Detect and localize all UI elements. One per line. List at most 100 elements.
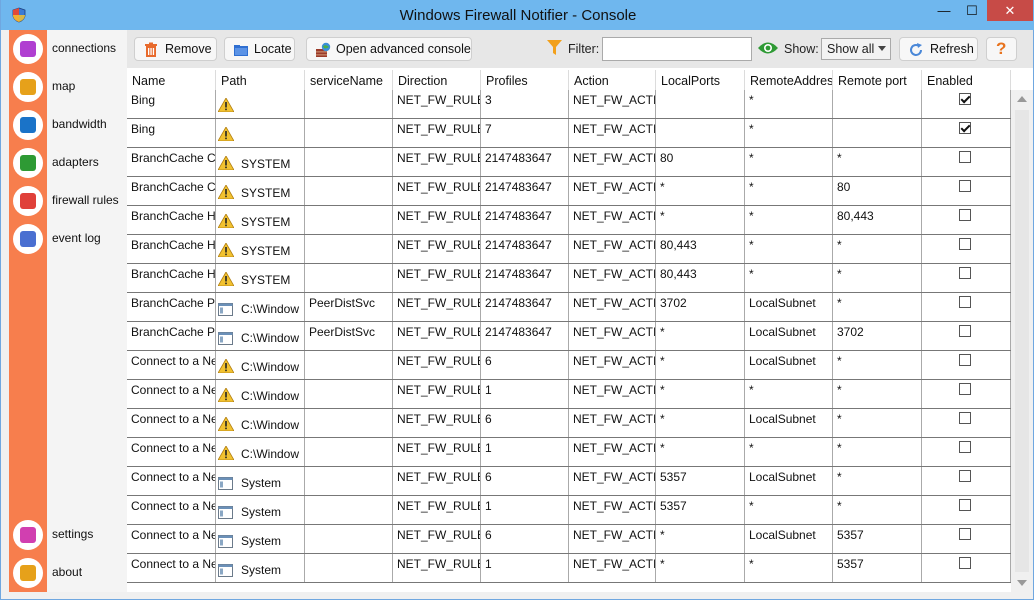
enabled-checkbox[interactable] bbox=[959, 470, 971, 482]
enabled-checkbox[interactable] bbox=[959, 180, 971, 192]
nav-item-firewall-rules[interactable]: firewall rules bbox=[9, 184, 127, 218]
filter-icon bbox=[13, 186, 43, 216]
cell-text: * bbox=[749, 383, 754, 397]
enabled-checkbox[interactable] bbox=[959, 296, 971, 308]
scroll-up-icon[interactable] bbox=[1017, 96, 1027, 102]
cell-text: 1 bbox=[485, 557, 492, 571]
scroll-thumb[interactable] bbox=[1015, 110, 1029, 572]
column-header-direction[interactable]: Direction bbox=[393, 70, 481, 90]
close-button[interactable]: ✕ bbox=[987, 0, 1033, 21]
table-row[interactable]: Connect to a Ne C:\Window NET_FW_RULE_ 1 NET… bbox=[127, 380, 1011, 409]
table-row[interactable]: Bing NET_FW_RULE_ 3 NET_FW_ACTIO * bbox=[127, 90, 1011, 119]
enabled-checkbox[interactable] bbox=[959, 209, 971, 221]
open-advanced-console-button[interactable]: Open advanced console bbox=[306, 37, 472, 61]
show-select[interactable]: Show all bbox=[821, 38, 891, 60]
nav-item-map[interactable]: map bbox=[9, 70, 127, 104]
table-row[interactable]: Connect to a Ne System NET_FW_RULE_ 1 NET_FW… bbox=[127, 554, 1011, 583]
cell-text: 5357 bbox=[660, 499, 687, 513]
column-header-service[interactable]: serviceName bbox=[305, 70, 393, 90]
cell-text: LocalSubnet bbox=[749, 528, 816, 542]
cell-rport: * bbox=[833, 293, 922, 321]
table-row[interactable]: BranchCache Co SYSTEM NET_FW_RULE_ 21474836… bbox=[127, 177, 1011, 206]
table-row[interactable]: BranchCache Ho SYSTEM NET_FW_RULE_ 21474836… bbox=[127, 235, 1011, 264]
table-row[interactable]: Connect to a Ne C:\Window NET_FW_RULE_ 6 NET… bbox=[127, 351, 1011, 380]
info-icon-glyph bbox=[20, 565, 36, 581]
table-row[interactable]: BranchCache Ho SYSTEM NET_FW_RULE_ 21474836… bbox=[127, 264, 1011, 293]
vertical-scrollbar[interactable] bbox=[1011, 90, 1033, 592]
nav-item-adapters[interactable]: adapters bbox=[9, 146, 127, 180]
cell-local: * bbox=[656, 351, 745, 379]
cell-text: 2147483647 bbox=[485, 180, 552, 194]
adapters-icon bbox=[13, 148, 43, 178]
column-header-rport[interactable]: Remote port bbox=[833, 70, 922, 90]
cell-enabled bbox=[922, 148, 1011, 176]
nav-item-about[interactable]: about bbox=[9, 556, 127, 590]
cell-text: NET_FW_ACTIO bbox=[573, 151, 655, 165]
enabled-checkbox[interactable] bbox=[959, 441, 971, 453]
cell-text: C:\Window bbox=[241, 447, 300, 461]
enabled-checkbox[interactable] bbox=[959, 499, 971, 511]
table-row[interactable]: BranchCache Ho SYSTEM NET_FW_RULE_ 21474836… bbox=[127, 206, 1011, 235]
cell-name: BranchCache Ho bbox=[127, 235, 216, 263]
column-header-local[interactable]: LocalPorts bbox=[656, 70, 745, 90]
column-header-name[interactable]: Name bbox=[127, 70, 216, 90]
cell-direction: NET_FW_RULE_ bbox=[393, 554, 481, 582]
cell-text: SYSTEM bbox=[241, 157, 291, 171]
nav-item-bandwidth[interactable]: bandwidth bbox=[9, 108, 127, 142]
cell-text: NET_FW_ACTIO bbox=[573, 499, 655, 513]
cell-text: SYSTEM bbox=[241, 244, 291, 258]
enabled-checkbox[interactable] bbox=[959, 267, 971, 279]
nav-item-event-log[interactable]: event log bbox=[9, 222, 127, 256]
enabled-checkbox[interactable] bbox=[959, 412, 971, 424]
adapters-icon-glyph bbox=[20, 155, 36, 171]
enabled-checkbox[interactable] bbox=[959, 528, 971, 540]
cell-text: * bbox=[837, 412, 842, 426]
cell-profiles: 2147483647 bbox=[481, 148, 569, 176]
cell-text: BranchCache Co bbox=[131, 180, 216, 194]
table-row[interactable]: Connect to a Ne System NET_FW_RULE_ 6 NET_FW… bbox=[127, 525, 1011, 554]
enabled-checkbox[interactable] bbox=[959, 151, 971, 163]
enabled-checkbox[interactable] bbox=[959, 238, 971, 250]
table-row[interactable]: BranchCache Pe C:\Window PeerDistSvc NET_FW… bbox=[127, 293, 1011, 322]
cell-text: System bbox=[241, 534, 282, 548]
cell-rport: 3702 bbox=[833, 322, 922, 350]
cell-text: 80 bbox=[837, 180, 851, 194]
filter-input[interactable] bbox=[602, 37, 752, 61]
maximize-button[interactable]: ☐ bbox=[959, 0, 985, 22]
table-row[interactable]: Connect to a Ne System NET_FW_RULE_ 6 NET_FW… bbox=[127, 467, 1011, 496]
table-row[interactable]: BranchCache Pe C:\Window PeerDistSvc NET_FW… bbox=[127, 322, 1011, 351]
table-row[interactable]: BranchCache Co SYSTEM NET_FW_RULE_ 21474836… bbox=[127, 148, 1011, 177]
cell-text: NET_FW_ACTIO bbox=[573, 412, 655, 426]
column-header-path[interactable]: Path bbox=[216, 70, 305, 90]
enabled-checkbox[interactable] bbox=[959, 383, 971, 395]
column-header-profiles[interactable]: Profiles bbox=[481, 70, 569, 90]
cell-text: 2147483647 bbox=[485, 267, 552, 281]
cell-local: * bbox=[656, 438, 745, 466]
column-header-enabled[interactable]: Enabled bbox=[922, 70, 1011, 90]
refresh-button[interactable]: Refresh bbox=[899, 37, 978, 61]
remove-button[interactable]: Remove bbox=[134, 37, 217, 61]
cell-action: NET_FW_ACTIO bbox=[569, 438, 656, 466]
nav-item-connections[interactable]: connections bbox=[9, 32, 127, 66]
table-row[interactable]: Connect to a Ne System NET_FW_RULE_ 1 NET_FW… bbox=[127, 496, 1011, 525]
enabled-checkbox[interactable] bbox=[959, 354, 971, 366]
enabled-checkbox[interactable] bbox=[959, 325, 971, 337]
column-header-action[interactable]: Action bbox=[569, 70, 656, 90]
table-row[interactable]: Bing NET_FW_RULE_ 7 NET_FW_ACTIO * bbox=[127, 119, 1011, 148]
cell-path bbox=[216, 119, 305, 147]
locate-button[interactable]: Locate bbox=[224, 37, 295, 61]
scroll-down-icon[interactable] bbox=[1017, 580, 1027, 586]
cell-action: NET_FW_ACTIO bbox=[569, 235, 656, 263]
help-button[interactable]: ? bbox=[986, 37, 1017, 61]
table-row[interactable]: Connect to a Ne C:\Window NET_FW_RULE_ 6 NET… bbox=[127, 409, 1011, 438]
nav-label: firewall rules bbox=[52, 193, 119, 207]
enabled-checkbox[interactable] bbox=[959, 93, 971, 105]
show-select-value: Show all bbox=[827, 42, 875, 56]
minimize-button[interactable]: — bbox=[931, 0, 957, 22]
enabled-checkbox[interactable] bbox=[959, 122, 971, 134]
column-header-raddr[interactable]: RemoteAddres bbox=[745, 70, 833, 90]
nav-item-settings[interactable]: settings bbox=[9, 518, 127, 552]
enabled-checkbox[interactable] bbox=[959, 557, 971, 569]
table-row[interactable]: Connect to a Ne C:\Window NET_FW_RULE_ 1 NET… bbox=[127, 438, 1011, 467]
title-bar[interactable]: Windows Firewall Notifier - Console — ☐ … bbox=[1, 0, 1034, 30]
